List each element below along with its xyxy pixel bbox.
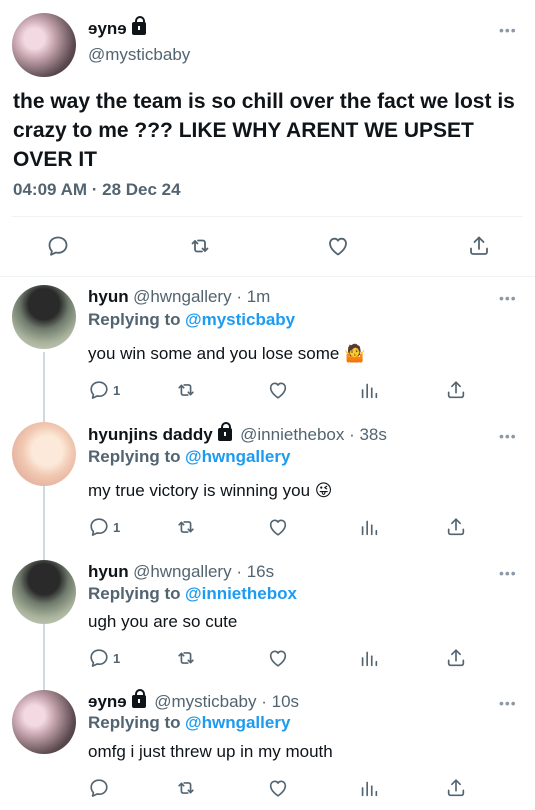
reply-time[interactable]: 38s: [359, 425, 386, 444]
analytics-icon[interactable]: [358, 379, 380, 401]
more-icon[interactable]: •••: [499, 22, 517, 38]
like-icon[interactable]: [267, 379, 289, 401]
replying-to-link[interactable]: @hwngallery: [185, 713, 290, 732]
avatar[interactable]: [12, 285, 76, 349]
share-icon[interactable]: [445, 379, 467, 401]
like-icon[interactable]: [267, 647, 289, 669]
share-icon[interactable]: [467, 234, 491, 258]
author-name[interactable]: hyun: [88, 287, 129, 306]
reply-icon[interactable]: [46, 234, 70, 258]
reply-time[interactable]: 16s: [247, 562, 274, 581]
lock-icon: [131, 16, 146, 35]
more-icon[interactable]: •••: [499, 695, 517, 711]
author-handle[interactable]: @hwngallery: [133, 562, 232, 581]
reply-icon[interactable]: [88, 777, 110, 799]
share-icon[interactable]: [445, 647, 467, 669]
tweet-timestamp[interactable]: 04:09 AM · 28 Dec 24: [13, 180, 181, 200]
reply-count: 1: [113, 651, 121, 666]
analytics-icon[interactable]: [358, 777, 380, 799]
reply-icon[interactable]: [88, 516, 110, 538]
more-icon[interactable]: •••: [499, 565, 517, 581]
tweet-text: the way the team is so chill over the fa…: [13, 90, 515, 171]
reply-icon[interactable]: [88, 379, 110, 401]
share-icon[interactable]: [445, 516, 467, 538]
avatar[interactable]: [12, 560, 76, 624]
reply-time[interactable]: 1m: [247, 287, 271, 306]
replying-to: Replying to @inniethebox: [88, 584, 297, 603]
divider: [0, 276, 535, 277]
thread-line: [43, 352, 45, 698]
more-icon[interactable]: •••: [499, 428, 517, 444]
replying-to: Replying to @mysticbaby: [88, 310, 296, 329]
reply-count: 1: [113, 520, 121, 535]
reply-text: my true victory is winning you 😜: [88, 481, 333, 500]
like-icon[interactable]: [267, 516, 289, 538]
reply-header: ɘynɘ @mysticbaby · 10s: [88, 689, 300, 711]
more-icon[interactable]: •••: [499, 290, 517, 306]
like-icon[interactable]: [267, 777, 289, 799]
avatar[interactable]: [12, 422, 76, 486]
reply-text: you win some and you lose some 🤷: [88, 344, 366, 363]
author-handle[interactable]: @mysticbaby: [154, 692, 256, 711]
analytics-icon[interactable]: [358, 647, 380, 669]
retweet-icon[interactable]: [175, 647, 197, 669]
reply-text: ugh you are so cute: [88, 612, 238, 631]
avatar[interactable]: [12, 13, 76, 77]
author-name[interactable]: hyunjins daddy: [88, 425, 213, 444]
replying-to-link[interactable]: @mysticbaby: [185, 310, 295, 329]
author-name[interactable]: hyun: [88, 562, 129, 581]
divider: [12, 216, 523, 217]
author-handle[interactable]: @inniethebox: [240, 425, 344, 444]
replying-to: Replying to @hwngallery: [88, 713, 291, 732]
author-name[interactable]: ɘynɘ: [88, 19, 127, 38]
reply-header: hyun @hwngallery · 16s: [88, 562, 275, 581]
author-name-row: ɘynɘ: [88, 16, 146, 39]
like-icon[interactable]: [326, 234, 350, 258]
lock-icon: [131, 689, 146, 708]
reply-text: omfg i just threw up in my mouth: [88, 742, 333, 761]
share-icon[interactable]: [445, 777, 467, 799]
avatar[interactable]: [12, 690, 76, 754]
retweet-icon[interactable]: [175, 777, 197, 799]
retweet-icon[interactable]: [175, 516, 197, 538]
replying-to-link[interactable]: @hwngallery: [185, 447, 290, 466]
retweet-icon[interactable]: [175, 379, 197, 401]
reply-header: hyun @hwngallery · 1m: [88, 287, 271, 306]
author-handle[interactable]: @hwngallery: [133, 287, 232, 306]
replying-to: Replying to @hwngallery: [88, 447, 291, 466]
author-name[interactable]: ɘynɘ: [88, 692, 127, 711]
analytics-icon[interactable]: [358, 516, 380, 538]
author-handle[interactable]: @mysticbaby: [88, 45, 190, 65]
reply-count: 1: [113, 383, 121, 398]
lock-icon: [217, 422, 232, 441]
retweet-icon[interactable]: [188, 234, 212, 258]
reply-icon[interactable]: [88, 647, 110, 669]
reply-header: hyunjins daddy @inniethebox · 38s: [88, 422, 387, 444]
reply-time[interactable]: 10s: [272, 692, 299, 711]
replying-to-link[interactable]: @inniethebox: [185, 584, 297, 603]
